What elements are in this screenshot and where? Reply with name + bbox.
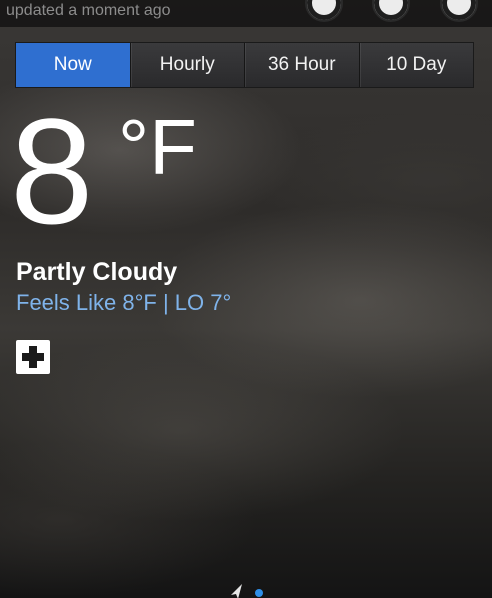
search-icon[interactable]: [372, 0, 410, 22]
gear-icon[interactable]: [440, 0, 478, 22]
temperature-unit: °F: [118, 103, 197, 191]
page-indicator: [224, 583, 274, 598]
weather-screen: updated a moment ago Now Hourly 36 Hour …: [0, 0, 492, 598]
tab-now[interactable]: Now: [16, 43, 130, 87]
tab-hourly[interactable]: Hourly: [129, 43, 245, 87]
tab-10-day[interactable]: 10 Day: [358, 43, 474, 87]
current-temperature: 8: [10, 87, 93, 255]
location-arrow-icon[interactable]: [228, 583, 244, 598]
page-dot[interactable]: [255, 589, 263, 597]
tab-36-hour[interactable]: 36 Hour: [244, 43, 359, 87]
forecast-tabs: Now Hourly 36 Hour 10 Day: [15, 42, 474, 88]
feels-like-low: Feels Like 8°F | LO 7°: [16, 290, 232, 315]
updated-status: updated a moment ago: [6, 2, 171, 19]
top-bar: updated a moment ago: [0, 0, 492, 27]
settings-icon[interactable]: [305, 0, 343, 22]
add-button[interactable]: [16, 340, 50, 374]
plus-icon-vertical: [29, 346, 37, 368]
weather-condition: Partly Cloudy: [16, 258, 178, 286]
